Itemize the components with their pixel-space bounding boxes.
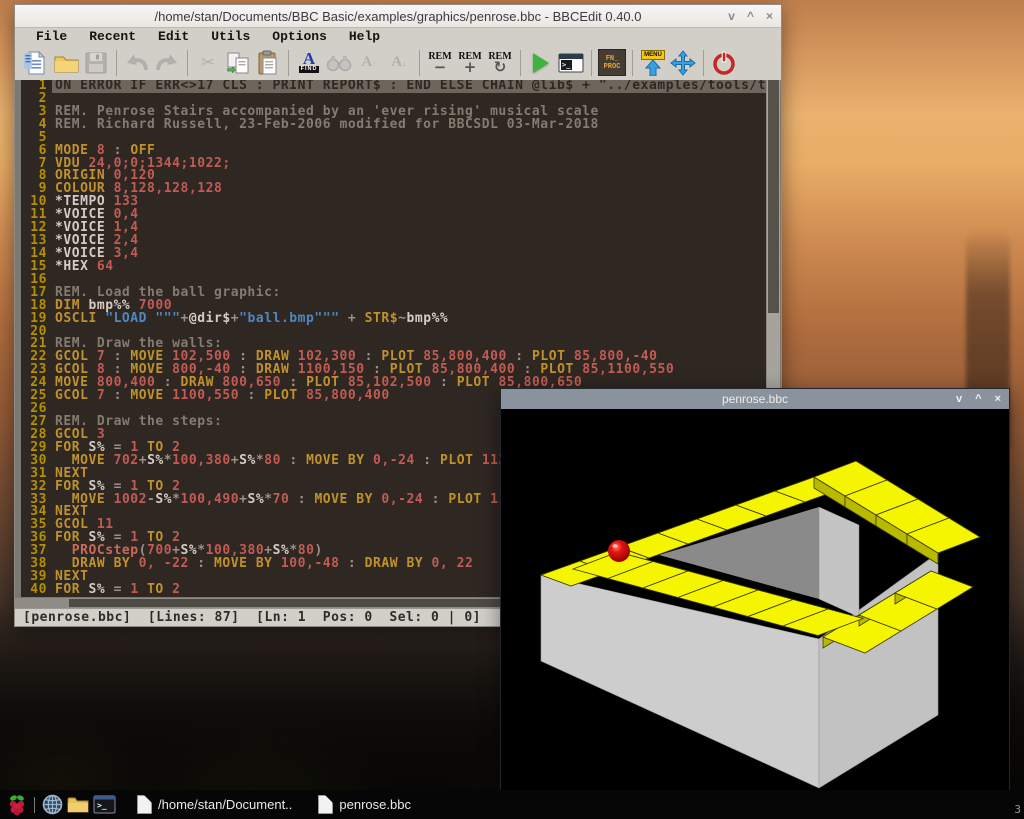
svg-text:>_: >_ [97,801,107,810]
maximize-icon[interactable]: ^ [975,393,981,405]
code-text: *VOICE 1,4 [52,222,766,235]
case-up-button[interactable]: A↑ [355,48,383,78]
move-button[interactable] [669,48,697,78]
line-number: 7 [21,158,52,171]
menu-jump-button[interactable]: MENU [639,48,667,78]
editor-titlebar[interactable]: /home/stan/Documents/BBC Basic/examples/… [15,5,781,28]
raspberry-menu-icon[interactable] [5,793,29,817]
penrose-window-title: penrose.bbc [501,392,1009,406]
toolbar-separator [520,50,521,76]
run-button[interactable] [527,48,555,78]
menu-help[interactable]: Help [338,28,391,45]
toolbar-separator [632,50,633,76]
code-text: *TEMPO 133 [52,196,766,209]
toolbar-separator [703,50,704,76]
redo-button[interactable] [153,48,181,78]
code-text: REM. Richard Russell, 23-Feb-2006 modifi… [52,119,766,132]
taskbar-task-document[interactable]: /home/stan/Document.. [131,793,298,816]
close-icon[interactable]: × [995,393,1001,405]
find-button[interactable]: AFIND [295,48,323,78]
menu-bar: FileRecentEditUtilsOptionsHelp [15,28,781,45]
new-file-button[interactable] [22,48,50,78]
code-line[interactable]: 1ON ERROR IF ERR<>17 CLS : PRINT REPORT$… [21,80,766,93]
code-text: ON ERROR IF ERR<>17 CLS : PRINT REPORT$ … [52,80,766,93]
code-text: *VOICE 2,4 [52,235,766,248]
taskbar: >_ /home/stan/Document.. penrose.bbc 3 [0,790,1024,819]
web-browser-icon[interactable] [40,793,64,817]
desktop: /home/stan/Documents/BBC Basic/examples/… [0,0,1024,819]
minimize-icon[interactable]: v [728,5,735,27]
menu-utils[interactable]: Utils [200,28,261,45]
close-icon[interactable]: × [766,5,773,27]
task-label: /home/stan/Document.. [158,797,292,812]
code-text: *VOICE 0,4 [52,209,766,222]
status-text: [penrose.bbc] [Lines: 87] [Ln: 1 Pos: 0 … [23,610,523,625]
toolbar-separator [187,50,188,76]
line-number: 1 [21,80,52,93]
save-button[interactable] [82,48,110,78]
code-text: VDU 24,0;0;1344;1022; [52,158,766,171]
paste-button[interactable] [254,48,282,78]
copy-button[interactable] [224,48,252,78]
rem-toggle-button[interactable]: REM↻ [486,48,514,78]
code-line[interactable]: 4REM. Richard Russell, 23-Feb-2006 modif… [21,119,766,132]
menu-file[interactable]: File [25,28,78,45]
line-number: 4 [21,119,52,132]
toolbar-separator [591,50,592,76]
quit-button[interactable] [710,48,738,78]
penrose-stairs-drawing [501,409,1009,797]
penrose-window: penrose.bbc v ^ × [500,388,1010,798]
code-line[interactable]: 15*HEX 64 [21,261,766,274]
menu-recent[interactable]: Recent [78,28,147,45]
code-text: OSCLI "LOAD """+@dir$+"ball.bmp""" + STR… [52,313,766,326]
line-number: 5 [21,132,52,145]
line-number: 8 [21,170,52,183]
toolbar: ✂ AFIND A↑A↓ REM−REM+REM↻ >_ FN_PROC MENU [15,45,781,80]
toolbar-separator [419,50,420,76]
code-text: COLOUR 8,128,128,128 [52,183,766,196]
clock-partial: 3 [1014,803,1021,816]
code-line[interactable]: 14*VOICE 3,4 [21,248,766,261]
vertical-scrollbar-thumb[interactable] [768,80,779,313]
open-folder-button[interactable] [52,48,80,78]
file-manager-icon[interactable] [66,793,90,817]
console-button[interactable]: >_ [557,48,585,78]
document-icon [137,795,152,814]
red-ball [608,540,630,562]
fn-proc-button[interactable]: FN_PROC [598,48,626,78]
line-number: 40 [21,584,52,597]
case-down-button[interactable]: A↓ [385,48,413,78]
penrose-graphics-output [501,409,1009,797]
toolbar-separator [288,50,289,76]
maximize-icon[interactable]: ^ [747,5,754,27]
line-number: 6 [21,145,52,158]
code-text [52,132,766,145]
menu-options[interactable]: Options [261,28,338,45]
find-binoculars-button[interactable] [325,48,353,78]
svg-text:>_: >_ [562,61,571,69]
line-number: 3 [21,106,52,119]
taskbar-separator [34,797,35,813]
cut-button[interactable]: ✂ [194,48,222,78]
toolbar-separator [116,50,117,76]
code-text: *VOICE 3,4 [52,248,766,261]
minimize-icon[interactable]: v [956,393,962,405]
code-text: *HEX 64 [52,261,766,274]
taskbar-task-penrose[interactable]: penrose.bbc [312,793,417,816]
document-icon [318,795,333,814]
terminal-icon[interactable]: >_ [92,793,116,817]
line-number: 2 [21,93,52,106]
code-line[interactable]: 19OSCLI "LOAD """+@dir$+"ball.bmp""" + S… [21,313,766,326]
rem-remove-button[interactable]: REM− [426,48,454,78]
penrose-titlebar[interactable]: penrose.bbc v ^ × [501,389,1009,409]
task-label: penrose.bbc [339,797,411,812]
undo-button[interactable] [123,48,151,78]
menu-edit[interactable]: Edit [147,28,200,45]
editor-window-title: /home/stan/Documents/BBC Basic/examples/… [15,9,781,24]
rem-add-button[interactable]: REM+ [456,48,484,78]
